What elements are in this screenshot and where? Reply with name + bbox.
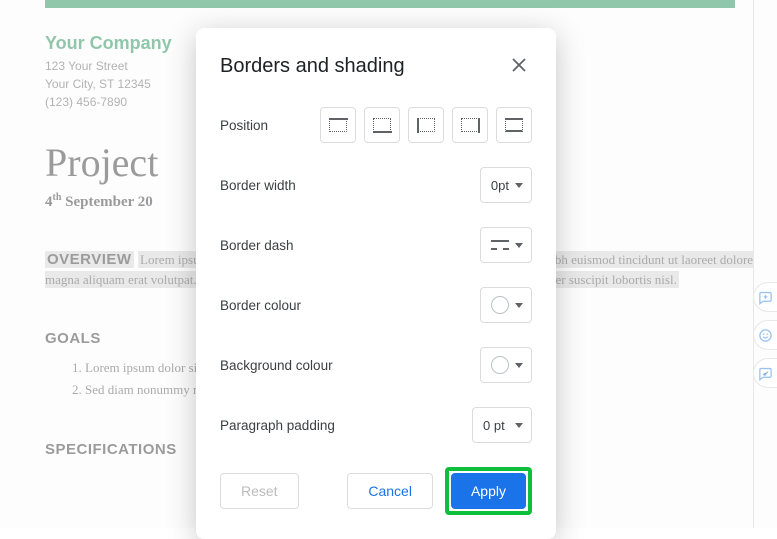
paragraph-padding-dropdown[interactable]: 0 pt xyxy=(472,407,532,443)
cancel-button[interactable]: Cancel xyxy=(347,473,433,509)
border-right-icon xyxy=(461,118,479,132)
border-left-icon xyxy=(417,118,435,132)
position-between-button[interactable] xyxy=(496,107,532,143)
border-width-value: 0pt xyxy=(491,178,509,193)
paragraph-padding-value: 0 pt xyxy=(483,418,505,433)
border-top-icon xyxy=(329,118,347,132)
background-colour-dropdown[interactable] xyxy=(480,347,532,383)
border-width-label: Border width xyxy=(220,178,296,193)
border-between-icon xyxy=(505,118,523,132)
paragraph-padding-label: Paragraph padding xyxy=(220,418,335,433)
close-button[interactable] xyxy=(506,52,532,81)
dialog-title: Borders and shading xyxy=(220,55,405,78)
border-dash-label: Border dash xyxy=(220,238,294,253)
position-label: Position xyxy=(220,118,268,133)
close-icon xyxy=(512,58,526,72)
chevron-down-icon xyxy=(515,183,523,188)
colour-swatch-icon xyxy=(491,296,509,314)
apply-button[interactable]: Apply xyxy=(451,473,526,509)
border-bottom-icon xyxy=(373,118,391,132)
apply-highlight: Apply xyxy=(445,467,532,515)
position-left-button[interactable] xyxy=(408,107,444,143)
border-dash-dropdown[interactable] xyxy=(480,227,532,263)
border-width-dropdown[interactable]: 0pt xyxy=(480,167,532,203)
colour-swatch-icon xyxy=(491,356,509,374)
borders-shading-dialog: Borders and shading Position Border widt… xyxy=(196,28,556,539)
dash-sample-icon xyxy=(491,240,509,250)
background-colour-label: Background colour xyxy=(220,358,333,373)
position-bottom-button[interactable] xyxy=(364,107,400,143)
chevron-down-icon xyxy=(515,243,523,248)
border-colour-dropdown[interactable] xyxy=(480,287,532,323)
border-colour-label: Border colour xyxy=(220,298,301,313)
chevron-down-icon xyxy=(515,363,523,368)
position-buttons xyxy=(320,107,532,143)
chevron-down-icon xyxy=(515,303,523,308)
reset-button[interactable]: Reset xyxy=(220,473,299,509)
position-top-button[interactable] xyxy=(320,107,356,143)
chevron-down-icon xyxy=(515,423,523,428)
position-right-button[interactable] xyxy=(452,107,488,143)
